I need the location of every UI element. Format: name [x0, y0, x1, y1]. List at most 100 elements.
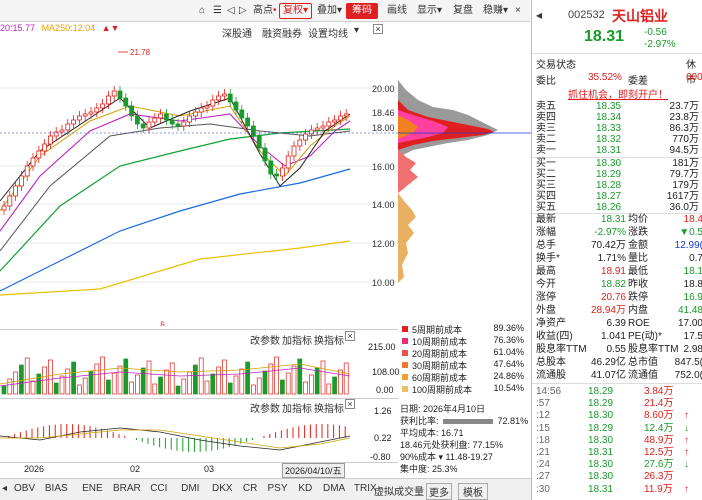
- candle[interactable]: [1, 205, 7, 211]
- candle[interactable]: [152, 117, 158, 123]
- candle[interactable]: [48, 135, 53, 145]
- candle[interactable]: [106, 95, 111, 105]
- display-button[interactable]: 显示▾: [414, 3, 445, 19]
- more-button[interactable]: 稳赚▾: [480, 3, 511, 19]
- candle[interactable]: [111, 90, 117, 97]
- candle[interactable]: [7, 195, 13, 207]
- candle[interactable]: [77, 115, 82, 121]
- adjust-button[interactable]: 复权▾: [279, 3, 313, 19]
- candle[interactable]: [314, 127, 320, 131]
- candle[interactable]: [13, 185, 19, 197]
- candle[interactable]: [65, 123, 71, 131]
- candle[interactable]: [18, 175, 24, 187]
- candle[interactable]: [274, 173, 280, 177]
- candle[interactable]: [187, 115, 193, 123]
- flag-icon[interactable]: §: [160, 320, 165, 326]
- order-book-row[interactable]: 买二 18.29 79.7万: [532, 169, 702, 180]
- candle[interactable]: [233, 101, 239, 111]
- candle[interactable]: [279, 167, 285, 177]
- candle[interactable]: [59, 129, 65, 133]
- more-tab[interactable]: 更多: [426, 483, 452, 500]
- candle[interactable]: [24, 165, 30, 177]
- candlestick-chart[interactable]: 21.78 §: [0, 36, 398, 326]
- indicator-tab[interactable]: OBV: [14, 483, 35, 494]
- candle[interactable]: [30, 157, 36, 167]
- virtual-volume-tab[interactable]: 虚拟成交量: [374, 483, 424, 498]
- order-book-row[interactable]: 买四 18.27 1617万: [532, 191, 702, 202]
- candle[interactable]: [291, 145, 297, 157]
- candle[interactable]: [204, 105, 210, 109]
- candle[interactable]: [36, 150, 42, 159]
- close-chart-icon[interactable]: ×: [373, 24, 383, 34]
- candle[interactable]: [216, 95, 222, 101]
- candle[interactable]: [140, 123, 146, 129]
- back-icon[interactable]: ◂: [536, 8, 542, 22]
- next-icon[interactable]: ▷: [236, 3, 250, 19]
- candle[interactable]: [245, 117, 251, 127]
- candle[interactable]: [158, 113, 164, 119]
- candle[interactable]: [239, 109, 245, 119]
- close-icon[interactable]: ×: [512, 3, 524, 19]
- indicator-tab[interactable]: CCI: [150, 483, 167, 494]
- indicator-tab[interactable]: BIAS: [45, 483, 68, 494]
- order-book-row[interactable]: 买三 18.28 179万: [532, 180, 702, 191]
- candle[interactable]: [221, 93, 227, 97]
- chevron-down-icon[interactable]: ▾: [354, 25, 359, 36]
- order-book-row[interactable]: 卖五 18.35 23.7万: [532, 101, 702, 112]
- overlay-button[interactable]: 叠加▾: [314, 3, 345, 19]
- candle[interactable]: [129, 105, 135, 117]
- home-icon[interactable]: ⌂: [196, 3, 208, 19]
- order-book-row[interactable]: 买一 18.30 181万: [532, 158, 702, 169]
- candle[interactable]: [181, 121, 187, 127]
- indicator-tab[interactable]: DMA: [323, 483, 345, 494]
- candle[interactable]: [53, 131, 59, 137]
- candle[interactable]: [117, 90, 123, 99]
- candle[interactable]: [175, 123, 181, 127]
- candle[interactable]: [303, 133, 309, 141]
- candle[interactable]: [100, 103, 105, 109]
- list-icon[interactable]: ☰: [210, 3, 225, 19]
- candle[interactable]: [94, 107, 100, 113]
- order-book-row[interactable]: 买五 18.26 36.0万: [532, 202, 702, 213]
- template-tab[interactable]: 模板: [458, 483, 488, 500]
- candle[interactable]: [169, 119, 175, 125]
- candle[interactable]: [262, 147, 268, 162]
- candle[interactable]: [326, 121, 332, 127]
- candle[interactable]: [337, 115, 343, 121]
- indicator-tab[interactable]: DMI: [181, 483, 199, 494]
- candle[interactable]: [297, 139, 303, 147]
- order-book-row[interactable]: 卖一 18.31 94.5万: [532, 145, 702, 156]
- candle[interactable]: [227, 93, 233, 103]
- order-book-row[interactable]: 卖二 18.32 770万: [532, 134, 702, 145]
- candle[interactable]: [256, 135, 262, 149]
- candle[interactable]: [308, 129, 314, 135]
- order-book-row[interactable]: 卖四 18.34 23.8万: [532, 112, 702, 123]
- candle[interactable]: [268, 160, 274, 175]
- draw-button[interactable]: 画线: [384, 3, 410, 19]
- indicator-tab[interactable]: DKX: [212, 483, 233, 494]
- candle[interactable]: [71, 119, 76, 125]
- open-account-banner[interactable]: 抓住机会，即刻开户！: [538, 86, 698, 101]
- candle[interactable]: [123, 97, 129, 107]
- indicator-tab[interactable]: KD: [298, 483, 312, 494]
- candle[interactable]: [332, 119, 338, 123]
- candle[interactable]: [134, 115, 140, 125]
- candle[interactable]: [192, 111, 198, 117]
- candle[interactable]: [250, 125, 256, 137]
- cost-range-select[interactable]: 90%成本 ▾ 11.48-19.27: [400, 450, 528, 462]
- candle[interactable]: [210, 99, 216, 107]
- candle[interactable]: [88, 111, 94, 115]
- candle[interactable]: [146, 121, 152, 129]
- candle[interactable]: [198, 107, 204, 113]
- indicator-tab[interactable]: ENE: [82, 483, 103, 494]
- indicator-tab[interactable]: CR: [243, 483, 257, 494]
- candle[interactable]: [42, 143, 47, 152]
- ind2-close-icon[interactable]: ×: [345, 399, 355, 409]
- chips-button[interactable]: 筹码: [346, 3, 378, 19]
- indicator-tab[interactable]: PSY: [268, 483, 288, 494]
- order-book-row[interactable]: 卖三 18.33 86.3万: [532, 123, 702, 134]
- candle[interactable]: [82, 113, 88, 117]
- replay-button[interactable]: 复盘: [450, 3, 476, 19]
- candle[interactable]: [343, 113, 349, 117]
- ind1-close-icon[interactable]: ×: [345, 331, 355, 341]
